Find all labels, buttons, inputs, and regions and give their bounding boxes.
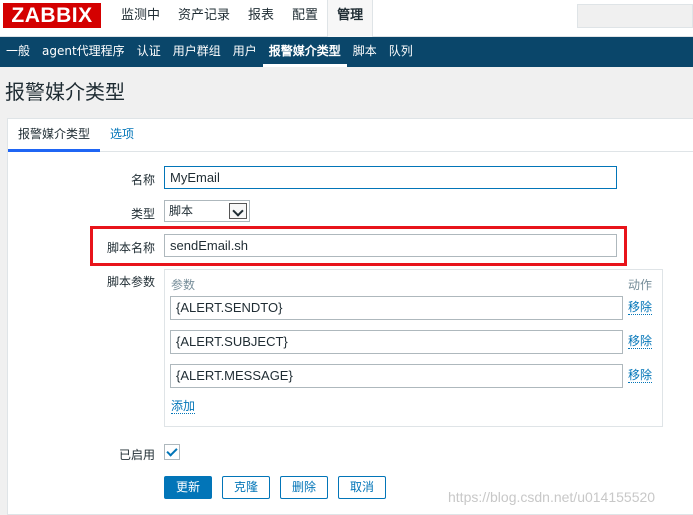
param-input-message[interactable]: {ALERT.MESSAGE} <box>170 364 623 388</box>
param-input-subject[interactable]: {ALERT.SUBJECT} <box>170 330 623 354</box>
params-column-header: 参数 <box>171 278 196 292</box>
zabbix-logo[interactable]: ZABBIX <box>3 3 101 28</box>
enabled-label: 已启用 <box>118 448 155 462</box>
subnav-proxies[interactable]: agent代理程序 <box>36 37 131 67</box>
update-button[interactable]: 更新 <box>164 476 212 499</box>
clone-button[interactable]: 克隆 <box>222 476 270 499</box>
subnav-users[interactable]: 用户 <box>227 37 263 67</box>
remove-param-link[interactable]: 移除 <box>628 334 653 349</box>
cancel-button[interactable]: 取消 <box>338 476 386 499</box>
param-input-sendto[interactable]: {ALERT.SENDTO} <box>170 296 623 320</box>
watermark-text: https://blog.csdn.net/u014155520 <box>448 489 656 505</box>
type-select[interactable]: 脚本 <box>164 200 250 222</box>
menu-configuration[interactable]: 配置 <box>283 0 327 37</box>
sub-navigation: 一般 agent代理程序 认证 用户群组 用户 报警媒介类型 脚本 队列 <box>0 37 693 67</box>
tab-options[interactable]: 选项 <box>100 119 144 152</box>
subnav-media-types[interactable]: 报警媒介类型 <box>262 37 347 67</box>
subnav-user-groups[interactable]: 用户群组 <box>167 37 227 67</box>
type-label: 类型 <box>130 207 155 221</box>
menu-administration[interactable]: 管理 <box>327 0 374 37</box>
name-field[interactable]: MyEmail <box>164 166 617 189</box>
tab-bar: 报警媒介类型 选项 <box>8 119 693 152</box>
remove-param-link[interactable]: 移除 <box>628 368 653 383</box>
main-menu: 监测中 资产记录 报表 配置 管理 <box>112 0 374 37</box>
delete-button[interactable]: 删除 <box>280 476 328 499</box>
menu-reports[interactable]: 报表 <box>239 0 283 37</box>
enabled-checkbox[interactable] <box>164 444 180 460</box>
add-param-link[interactable]: 添加 <box>171 399 196 414</box>
script-params-label: 脚本参数 <box>106 275 155 289</box>
type-select-value: 脚本 <box>169 204 194 218</box>
action-column-header: 动作 <box>628 278 653 292</box>
subnav-authentication[interactable]: 认证 <box>131 37 167 67</box>
subnav-queue[interactable]: 队列 <box>383 37 419 67</box>
chevron-down-icon[interactable] <box>229 203 247 219</box>
page-title: 报警媒介类型 <box>5 80 125 104</box>
subnav-scripts[interactable]: 脚本 <box>347 37 383 67</box>
menu-monitoring[interactable]: 监测中 <box>112 0 169 37</box>
menu-inventory[interactable]: 资产记录 <box>169 0 239 37</box>
annotation-highlight-box <box>90 226 627 266</box>
tab-media-type[interactable]: 报警媒介类型 <box>8 119 101 152</box>
subnav-general[interactable]: 一般 <box>0 37 36 67</box>
remove-param-link[interactable]: 移除 <box>628 300 653 315</box>
name-label: 名称 <box>130 173 155 187</box>
search-input[interactable] <box>577 4 693 28</box>
top-header: ZABBIX 监测中 资产记录 报表 配置 管理 <box>0 0 693 37</box>
